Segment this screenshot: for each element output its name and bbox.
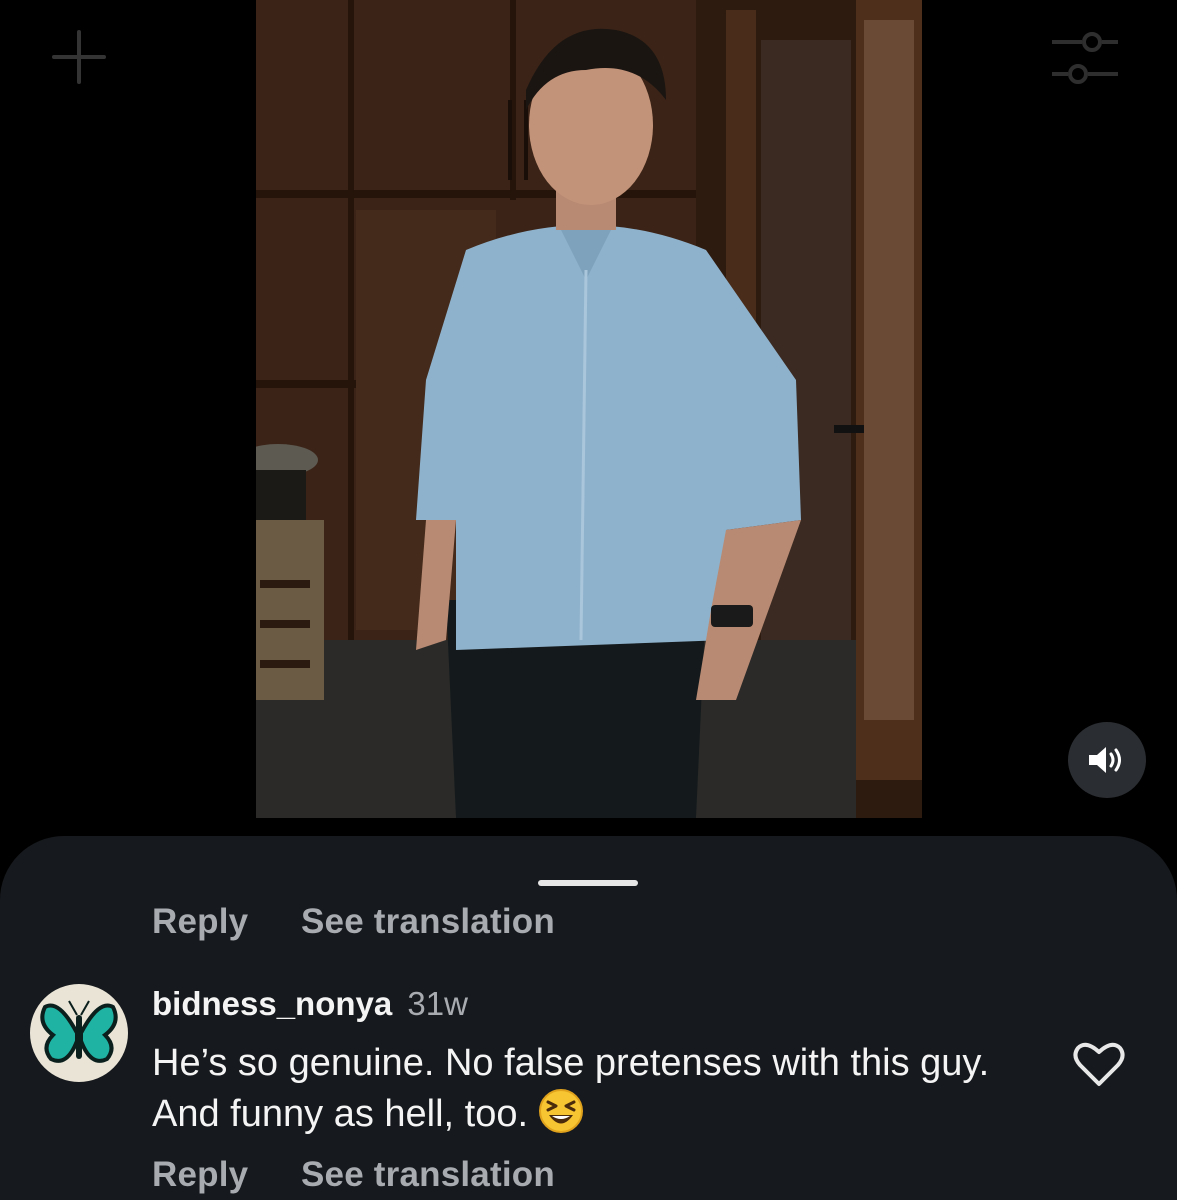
laughing-emoji-icon xyxy=(539,1089,584,1133)
video-player[interactable] xyxy=(0,0,1177,830)
filter-icon[interactable] xyxy=(1050,28,1120,92)
sheet-grab-handle[interactable] xyxy=(538,880,638,886)
see-translation-button[interactable]: See translation xyxy=(301,902,555,942)
butterfly-icon xyxy=(40,1000,118,1063)
video-still xyxy=(256,0,922,818)
see-translation-button[interactable]: See translation xyxy=(301,1155,555,1195)
plus-icon[interactable] xyxy=(52,30,106,84)
speaker-icon xyxy=(1089,747,1121,773)
reply-button[interactable]: Reply xyxy=(152,902,248,942)
comment-username[interactable]: bidness_nonya 31w xyxy=(152,985,468,1023)
comment-body: He’s so genuine. No false pretenses with… xyxy=(152,1038,1012,1139)
reply-button[interactable]: Reply xyxy=(152,1155,248,1195)
comment-timestamp: 31w xyxy=(407,985,468,1022)
username-text[interactable]: bidness_nonya xyxy=(152,985,392,1022)
heart-icon[interactable] xyxy=(1072,1040,1126,1088)
mute-button[interactable] xyxy=(1068,722,1146,798)
avatar[interactable] xyxy=(30,984,128,1082)
video-frame[interactable] xyxy=(256,0,922,818)
